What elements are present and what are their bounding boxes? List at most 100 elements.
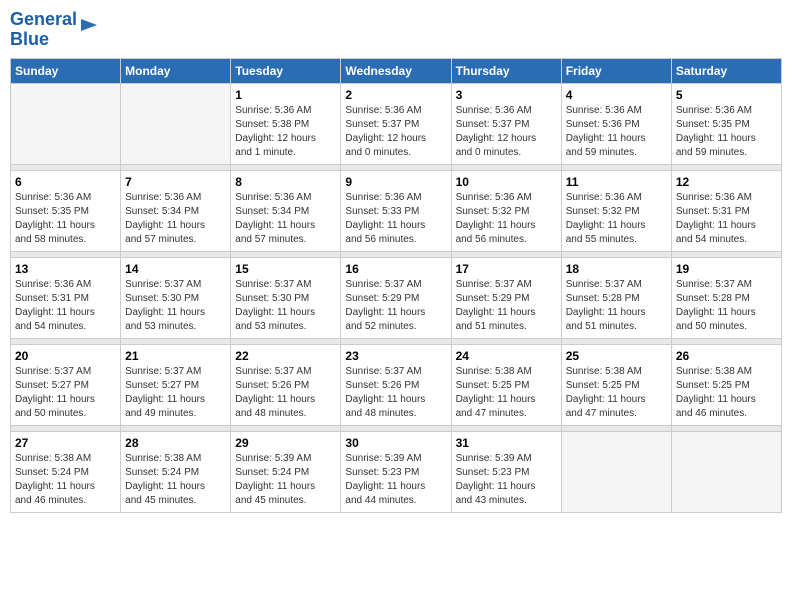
day-info: Sunrise: 5:37 AM Sunset: 5:30 PM Dayligh… (235, 278, 336, 334)
calendar-cell: 31 Sunrise: 5:39 AM Sunset: 5:23 PM Dayli… (451, 431, 561, 512)
day-info: Sunrise: 5:39 AM Sunset: 5:23 PM Dayligh… (345, 452, 446, 508)
day-info: Sunrise: 5:36 AM Sunset: 5:37 PM Dayligh… (345, 104, 446, 160)
calendar-cell: 6Sunrise: 5:36 AM Sunset: 5:35 PM Daylig… (11, 170, 121, 251)
day-number: 5 (676, 88, 777, 102)
calendar-cell: 2 Sunrise: 5:36 AM Sunset: 5:37 PM Daylig… (341, 83, 451, 164)
day-info: Sunrise: 5:36 AM Sunset: 5:31 PM Dayligh… (676, 191, 777, 247)
logo-arrow-icon (79, 15, 99, 35)
day-info: Sunrise: 5:37 AM Sunset: 5:27 PM Dayligh… (125, 365, 226, 421)
day-number: 29 (235, 436, 336, 450)
day-info: Sunrise: 5:38 AM Sunset: 5:25 PM Dayligh… (566, 365, 667, 421)
calendar-cell: 21 Sunrise: 5:37 AM Sunset: 5:27 PM Dayli… (121, 344, 231, 425)
day-info: Sunrise: 5:36 AM Sunset: 5:36 PM Dayligh… (566, 104, 667, 160)
calendar-cell (121, 83, 231, 164)
day-info: Sunrise: 5:37 AM Sunset: 5:29 PM Dayligh… (345, 278, 446, 334)
calendar-week-row-3: 20 Sunrise: 5:37 AM Sunset: 5:27 PM Dayli… (11, 344, 782, 425)
day-number: 22 (235, 349, 336, 363)
calendar-cell (561, 431, 671, 512)
day-number: 19 (676, 262, 777, 276)
calendar-cell: 12 Sunrise: 5:36 AM Sunset: 5:31 PM Dayli… (671, 170, 781, 251)
day-number: 8 (235, 175, 336, 189)
calendar-cell: 18 Sunrise: 5:37 AM Sunset: 5:28 PM Dayli… (561, 257, 671, 338)
day-info: Sunrise: 5:37 AM Sunset: 5:28 PM Dayligh… (566, 278, 667, 334)
day-number: 24 (456, 349, 557, 363)
calendar-cell: 16 Sunrise: 5:37 AM Sunset: 5:29 PM Dayli… (341, 257, 451, 338)
day-number: 25 (566, 349, 667, 363)
calendar-cell: 1 Sunrise: 5:36 AM Sunset: 5:38 PM Daylig… (231, 83, 341, 164)
day-number: 17 (456, 262, 557, 276)
day-number: 12 (676, 175, 777, 189)
day-info: Sunrise: 5:38 AM Sunset: 5:25 PM Dayligh… (456, 365, 557, 421)
day-info: Sunrise: 5:36 AM Sunset: 5:34 PM Dayligh… (125, 191, 226, 247)
day-number: 9 (345, 175, 446, 189)
day-info: Sunrise: 5:38 AM Sunset: 5:24 PM Dayligh… (15, 452, 116, 508)
day-number: 26 (676, 349, 777, 363)
calendar-cell: 4 Sunrise: 5:36 AM Sunset: 5:36 PM Daylig… (561, 83, 671, 164)
day-number: 3 (456, 88, 557, 102)
weekday-header-sunday: Sunday (11, 58, 121, 83)
weekday-header-friday: Friday (561, 58, 671, 83)
calendar-cell (11, 83, 121, 164)
day-info: Sunrise: 5:37 AM Sunset: 5:27 PM Dayligh… (15, 365, 116, 421)
day-number: 31 (456, 436, 557, 450)
weekday-header-monday: Monday (121, 58, 231, 83)
day-info: Sunrise: 5:39 AM Sunset: 5:23 PM Dayligh… (456, 452, 557, 508)
day-info: Sunrise: 5:36 AM Sunset: 5:33 PM Dayligh… (345, 191, 446, 247)
day-info: Sunrise: 5:38 AM Sunset: 5:25 PM Dayligh… (676, 365, 777, 421)
calendar-cell: 15 Sunrise: 5:37 AM Sunset: 5:30 PM Dayli… (231, 257, 341, 338)
weekday-header-tuesday: Tuesday (231, 58, 341, 83)
logo-text: General Blue (10, 10, 77, 50)
logo: General Blue (10, 10, 99, 50)
day-info: Sunrise: 5:37 AM Sunset: 5:30 PM Dayligh… (125, 278, 226, 334)
day-info: Sunrise: 5:36 AM Sunset: 5:38 PM Dayligh… (235, 104, 336, 160)
day-info: Sunrise: 5:36 AM Sunset: 5:32 PM Dayligh… (566, 191, 667, 247)
calendar-week-row-1: 6Sunrise: 5:36 AM Sunset: 5:35 PM Daylig… (11, 170, 782, 251)
calendar-cell: 28Sunrise: 5:38 AM Sunset: 5:24 PM Dayli… (121, 431, 231, 512)
day-number: 13 (15, 262, 116, 276)
day-info: Sunrise: 5:37 AM Sunset: 5:26 PM Dayligh… (235, 365, 336, 421)
page-header: General Blue (10, 10, 782, 50)
calendar-cell: 27Sunrise: 5:38 AM Sunset: 5:24 PM Dayli… (11, 431, 121, 512)
calendar-cell: 14 Sunrise: 5:37 AM Sunset: 5:30 PM Dayli… (121, 257, 231, 338)
day-number: 15 (235, 262, 336, 276)
calendar-cell: 9 Sunrise: 5:36 AM Sunset: 5:33 PM Daylig… (341, 170, 451, 251)
day-info: Sunrise: 5:37 AM Sunset: 5:29 PM Dayligh… (456, 278, 557, 334)
day-number: 11 (566, 175, 667, 189)
calendar-cell: 7Sunrise: 5:36 AM Sunset: 5:34 PM Daylig… (121, 170, 231, 251)
weekday-header-wednesday: Wednesday (341, 58, 451, 83)
day-number: 18 (566, 262, 667, 276)
calendar-cell: 10Sunrise: 5:36 AM Sunset: 5:32 PM Dayli… (451, 170, 561, 251)
calendar-cell (671, 431, 781, 512)
calendar-cell: 11 Sunrise: 5:36 AM Sunset: 5:32 PM Dayli… (561, 170, 671, 251)
day-info: Sunrise: 5:39 AM Sunset: 5:24 PM Dayligh… (235, 452, 336, 508)
calendar-cell: 13 Sunrise: 5:36 AM Sunset: 5:31 PM Dayli… (11, 257, 121, 338)
day-number: 2 (345, 88, 446, 102)
day-number: 6 (15, 175, 116, 189)
calendar-cell: 22 Sunrise: 5:37 AM Sunset: 5:26 PM Dayli… (231, 344, 341, 425)
day-number: 4 (566, 88, 667, 102)
calendar-table: SundayMondayTuesdayWednesdayThursdayFrid… (10, 58, 782, 513)
calendar-cell: 20 Sunrise: 5:37 AM Sunset: 5:27 PM Dayli… (11, 344, 121, 425)
day-info: Sunrise: 5:36 AM Sunset: 5:31 PM Dayligh… (15, 278, 116, 334)
day-number: 20 (15, 349, 116, 363)
calendar-cell: 8 Sunrise: 5:36 AM Sunset: 5:34 PM Daylig… (231, 170, 341, 251)
calendar-cell: 26 Sunrise: 5:38 AM Sunset: 5:25 PM Dayli… (671, 344, 781, 425)
calendar-cell: 24 Sunrise: 5:38 AM Sunset: 5:25 PM Dayli… (451, 344, 561, 425)
day-number: 30 (345, 436, 446, 450)
calendar-cell: 5Sunrise: 5:36 AM Sunset: 5:35 PM Daylig… (671, 83, 781, 164)
calendar-week-row-0: 1 Sunrise: 5:36 AM Sunset: 5:38 PM Daylig… (11, 83, 782, 164)
day-number: 23 (345, 349, 446, 363)
day-number: 28 (125, 436, 226, 450)
weekday-header-thursday: Thursday (451, 58, 561, 83)
day-info: Sunrise: 5:36 AM Sunset: 5:34 PM Dayligh… (235, 191, 336, 247)
calendar-cell: 30 Sunrise: 5:39 AM Sunset: 5:23 PM Dayli… (341, 431, 451, 512)
day-number: 1 (235, 88, 336, 102)
calendar-header-row: SundayMondayTuesdayWednesdayThursdayFrid… (11, 58, 782, 83)
calendar-cell: 29 Sunrise: 5:39 AM Sunset: 5:24 PM Dayli… (231, 431, 341, 512)
day-number: 14 (125, 262, 226, 276)
day-info: Sunrise: 5:37 AM Sunset: 5:28 PM Dayligh… (676, 278, 777, 334)
calendar-cell: 19 Sunrise: 5:37 AM Sunset: 5:28 PM Dayli… (671, 257, 781, 338)
day-number: 16 (345, 262, 446, 276)
day-number: 21 (125, 349, 226, 363)
calendar-cell: 25 Sunrise: 5:38 AM Sunset: 5:25 PM Dayli… (561, 344, 671, 425)
